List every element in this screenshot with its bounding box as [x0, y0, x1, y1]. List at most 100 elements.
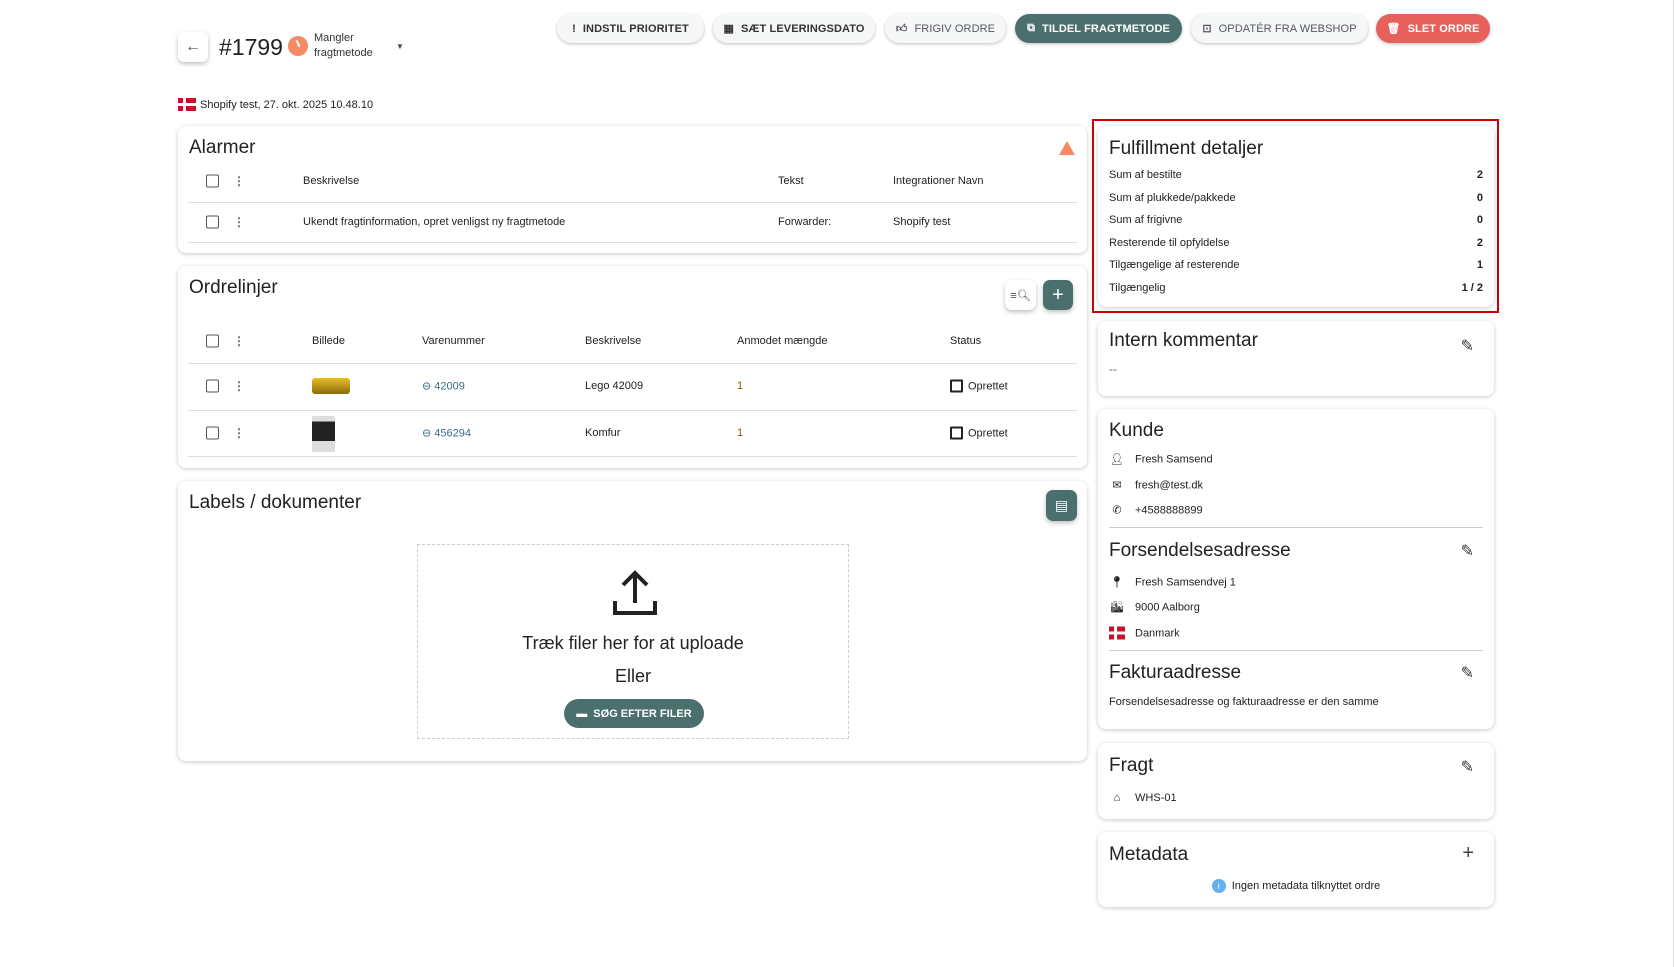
- line-qty: 1: [737, 380, 744, 392]
- drop-text: Træk filer her for at uploade: [522, 633, 744, 653]
- warehouse-icon: ⌂: [1113, 792, 1121, 804]
- fulfillment-row: Sum af bestilte 2: [1109, 169, 1483, 181]
- shipping-city: 🏙︎ 9000 Aalborg: [1110, 601, 1200, 614]
- set-delivery-date-button[interactable]: ▦ SÆT LEVERINGSDATO: [713, 14, 875, 43]
- line-qty: 1: [737, 427, 744, 439]
- column-header: Billede: [312, 335, 346, 347]
- order-lines-card: Ordrelinjer ≡🔍︎ + ⋮ Billede Varenummer B…: [178, 266, 1087, 468]
- shipping-icon: ⧉: [1027, 22, 1036, 34]
- link-icon: ⊖: [422, 427, 435, 440]
- row-checkbox[interactable]: [206, 215, 219, 229]
- freight-title: Fragt: [1109, 755, 1154, 776]
- update-from-webshop-label: OPDATÉR FRA WEBSHOP: [1218, 22, 1357, 35]
- line-description: Lego 42009: [585, 380, 644, 392]
- column-header: Varenummer: [422, 335, 485, 347]
- fulfillment-row: Sum af plukkede/pakkede 0: [1109, 192, 1483, 204]
- status-text: Oprettet: [968, 380, 1008, 392]
- order-number: #1799: [219, 34, 283, 60]
- alarm-description: Ukendt fragtinformation, opret venligst …: [303, 216, 566, 228]
- divider: [188, 242, 1077, 243]
- update-from-webshop-button[interactable]: ⊡ OPDATÉR FRA WEBSHOP: [1191, 14, 1368, 43]
- edit-billing-pencil-icon[interactable]: ✎: [1461, 663, 1474, 683]
- line-status: Oprettet: [950, 379, 1008, 393]
- assign-shipping-button[interactable]: ⧉ TILDEL FRAGTMETODE: [1015, 14, 1182, 43]
- alarm-text: Forwarder:: [778, 216, 832, 228]
- select-all-checkbox[interactable]: [206, 174, 219, 188]
- column-header: Beskrivelse: [303, 175, 360, 187]
- column-header: Integrationer Navn: [893, 175, 984, 187]
- back-button[interactable]: ←: [178, 32, 208, 62]
- release-order-button[interactable]: 👍︎ FRIGIV ORDRE: [885, 14, 1006, 43]
- fulfillment-card: Fulfillment detaljer Sum af bestilte 2 Su…: [1098, 126, 1494, 307]
- sku-link[interactable]: ⊖ 42009: [422, 380, 465, 393]
- divider: [188, 456, 1077, 457]
- product-image-lego: [312, 378, 350, 394]
- customer-card: Kunde 👤︎ Fresh Samsend ✉ fresh@test.dk ✆ +4…: [1098, 409, 1494, 729]
- edit-comment-pencil-icon[interactable]: ✎: [1461, 336, 1474, 356]
- mail-icon: ✉: [1112, 479, 1122, 492]
- labels-title: Labels / dokumenter: [189, 492, 362, 513]
- labels-card: Labels / dokumenter ▤ Træk filer her for…: [178, 481, 1087, 761]
- comment-title: Intern kommentar: [1109, 330, 1258, 351]
- column-menu-icon[interactable]: ⋮: [233, 335, 245, 347]
- set-priority-button[interactable]: ! INDSTIL PRIORITET: [557, 14, 704, 43]
- status-dropdown[interactable]: Mangler fragtmetode ▼: [288, 31, 404, 61]
- fulfillment-title: Fulfillment detaljer: [1109, 138, 1264, 159]
- comment-card: Intern kommentar ✎ --: [1098, 321, 1494, 396]
- alarms-card: Alarmer ⋮ Beskrivelse Tekst Integratione…: [178, 126, 1087, 253]
- row-menu-icon[interactable]: ⋮: [233, 427, 245, 439]
- search-lines-button[interactable]: ≡🔍︎: [1005, 280, 1036, 310]
- customer-email: ✉ fresh@test.dk: [1109, 479, 1203, 492]
- add-metadata-plus-icon[interactable]: +: [1462, 842, 1474, 865]
- assign-shipping-label: TILDEL FRAGTMETODE: [1042, 22, 1170, 35]
- set-priority-label: INDSTIL PRIORITET: [582, 22, 689, 35]
- add-line-button[interactable]: +: [1043, 280, 1073, 310]
- product-image-stove: [312, 416, 335, 452]
- sku-link[interactable]: ⊖ 456294: [422, 427, 471, 440]
- delete-order-button[interactable]: 🗑︎ SLET ORDRE: [1376, 14, 1490, 43]
- metadata-title: Metadata: [1109, 844, 1189, 865]
- order-source-text: Shopify test, 27. okt. 2025 10.48.10: [200, 98, 374, 111]
- calendar-icon: ▦: [723, 23, 734, 35]
- customer-name: 👤︎ Fresh Samsend: [1110, 453, 1213, 466]
- metadata-empty: i Ingen metadata tilknyttet ordre: [1098, 879, 1494, 893]
- select-all-checkbox[interactable]: [206, 334, 219, 348]
- alarms-title: Alarmer: [189, 137, 256, 158]
- exclamation-icon: !: [572, 22, 576, 35]
- divider: [1109, 650, 1483, 651]
- column-header: Status: [950, 335, 982, 347]
- file-dropzone[interactable]: Træk filer her for at uploade Eller ▬ SØG…: [417, 544, 849, 739]
- row-checkbox[interactable]: [206, 426, 219, 440]
- download-box-icon: ⊡: [1202, 23, 1212, 35]
- row-menu-icon[interactable]: ⋮: [233, 216, 245, 228]
- person-icon: 👤︎: [1110, 453, 1124, 466]
- inbox-icon: [950, 426, 963, 440]
- billing-note: Forsendelsesadresse og fakturaadresse er…: [1109, 696, 1379, 708]
- thumbs-up-icon: 👍︎: [895, 23, 908, 35]
- link-icon: ⊖: [422, 380, 435, 393]
- trash-icon: 🗑︎: [1386, 23, 1401, 35]
- edit-shipping-pencil-icon[interactable]: ✎: [1461, 541, 1474, 561]
- documents-button[interactable]: ▤: [1046, 490, 1077, 521]
- column-menu-icon[interactable]: ⋮: [233, 175, 245, 187]
- shipping-street: 📍︎ Fresh Samsendvej 1: [1110, 576, 1236, 589]
- alarm-integration: Shopify test: [893, 216, 951, 228]
- column-header: Tekst: [778, 175, 804, 187]
- browse-files-label: SØG EFTER FILER: [593, 707, 692, 720]
- line-status: Oprettet: [950, 426, 1008, 440]
- billing-address-title: Fakturaadresse: [1109, 662, 1242, 683]
- plus-icon: +: [1052, 283, 1064, 306]
- list-search-icon: ≡🔍︎: [1010, 289, 1031, 302]
- row-menu-icon[interactable]: ⋮: [233, 380, 245, 392]
- upload-icon: [613, 570, 657, 615]
- column-header: Beskrivelse: [585, 335, 642, 347]
- edit-freight-pencil-icon[interactable]: ✎: [1461, 757, 1474, 777]
- arrow-left-icon: ←: [185, 38, 201, 55]
- browse-files-button[interactable]: ▬ SØG EFTER FILER: [564, 699, 704, 728]
- row-checkbox[interactable]: [206, 379, 219, 393]
- line-description: Komfur: [585, 427, 621, 439]
- divider: [188, 410, 1077, 411]
- caret-down-icon: ▼: [396, 41, 404, 51]
- column-header: Anmodet mængde: [737, 335, 828, 347]
- location-pin-icon: 📍︎: [1110, 576, 1124, 589]
